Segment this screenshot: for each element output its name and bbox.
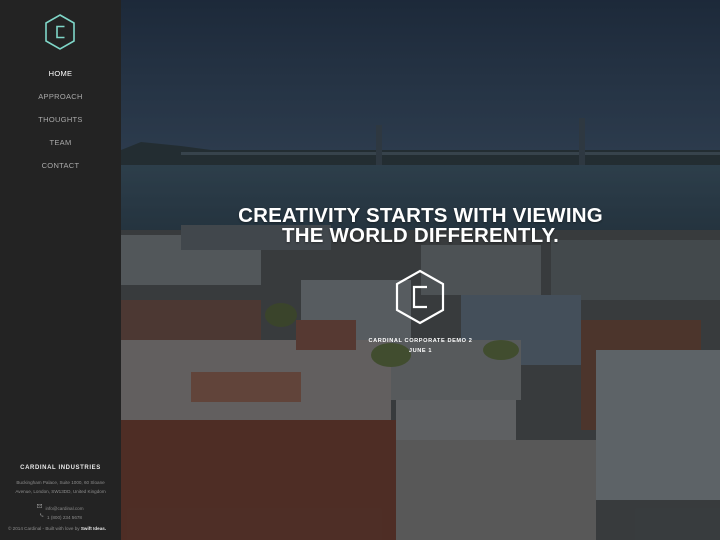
- hero-section: CREATIVITY STARTS WITH VIEWING THE WORLD…: [121, 0, 720, 540]
- main-nav: HOME APPROACH THOUGHTS TEAM CONTACT: [0, 62, 121, 177]
- hero-headline-line-2: THE WORLD DIFFERENTLY.: [282, 224, 559, 247]
- phone-row: 1 (800) 234 5678: [0, 506, 121, 524]
- swift-ideas-link[interactable]: Swift Ideas.: [81, 526, 106, 531]
- nav-item-home[interactable]: HOME: [0, 62, 121, 85]
- nav-item-approach[interactable]: APPROACH: [0, 85, 121, 108]
- copyright: © 2014 Cardinal - Built with love by Swi…: [8, 526, 106, 531]
- copyright-text: © 2014 Cardinal - Built with love by: [8, 526, 81, 531]
- cardinal-hexagon-logo-icon[interactable]: [44, 14, 76, 50]
- company-name: CARDINAL INDUSTRIES: [20, 465, 101, 471]
- phone-icon: [39, 513, 44, 517]
- phone-number: 1 (800) 234 5678: [47, 515, 82, 520]
- nav-item-team[interactable]: TEAM: [0, 131, 121, 154]
- address-line-1: Buckingham Palace, Suite 1000, 60 Sloane: [16, 480, 105, 485]
- cardinal-hexagon-logo-icon: [395, 269, 445, 325]
- nav-item-contact[interactable]: CONTACT: [0, 154, 121, 177]
- sidebar: HOME APPROACH THOUGHTS TEAM CONTACT CARD…: [0, 0, 121, 540]
- address-line-2: Avenue, London, SW13DD, United Kingdom: [15, 489, 106, 494]
- company-address: Buckingham Palace, Suite 1000, 60 Sloane…: [0, 478, 121, 496]
- hero-date: JUNE 1: [408, 348, 433, 354]
- nav-item-thoughts[interactable]: THOUGHTS: [0, 108, 121, 131]
- hero-tagline: CARDINAL CORPORATE DEMO 2: [368, 338, 473, 344]
